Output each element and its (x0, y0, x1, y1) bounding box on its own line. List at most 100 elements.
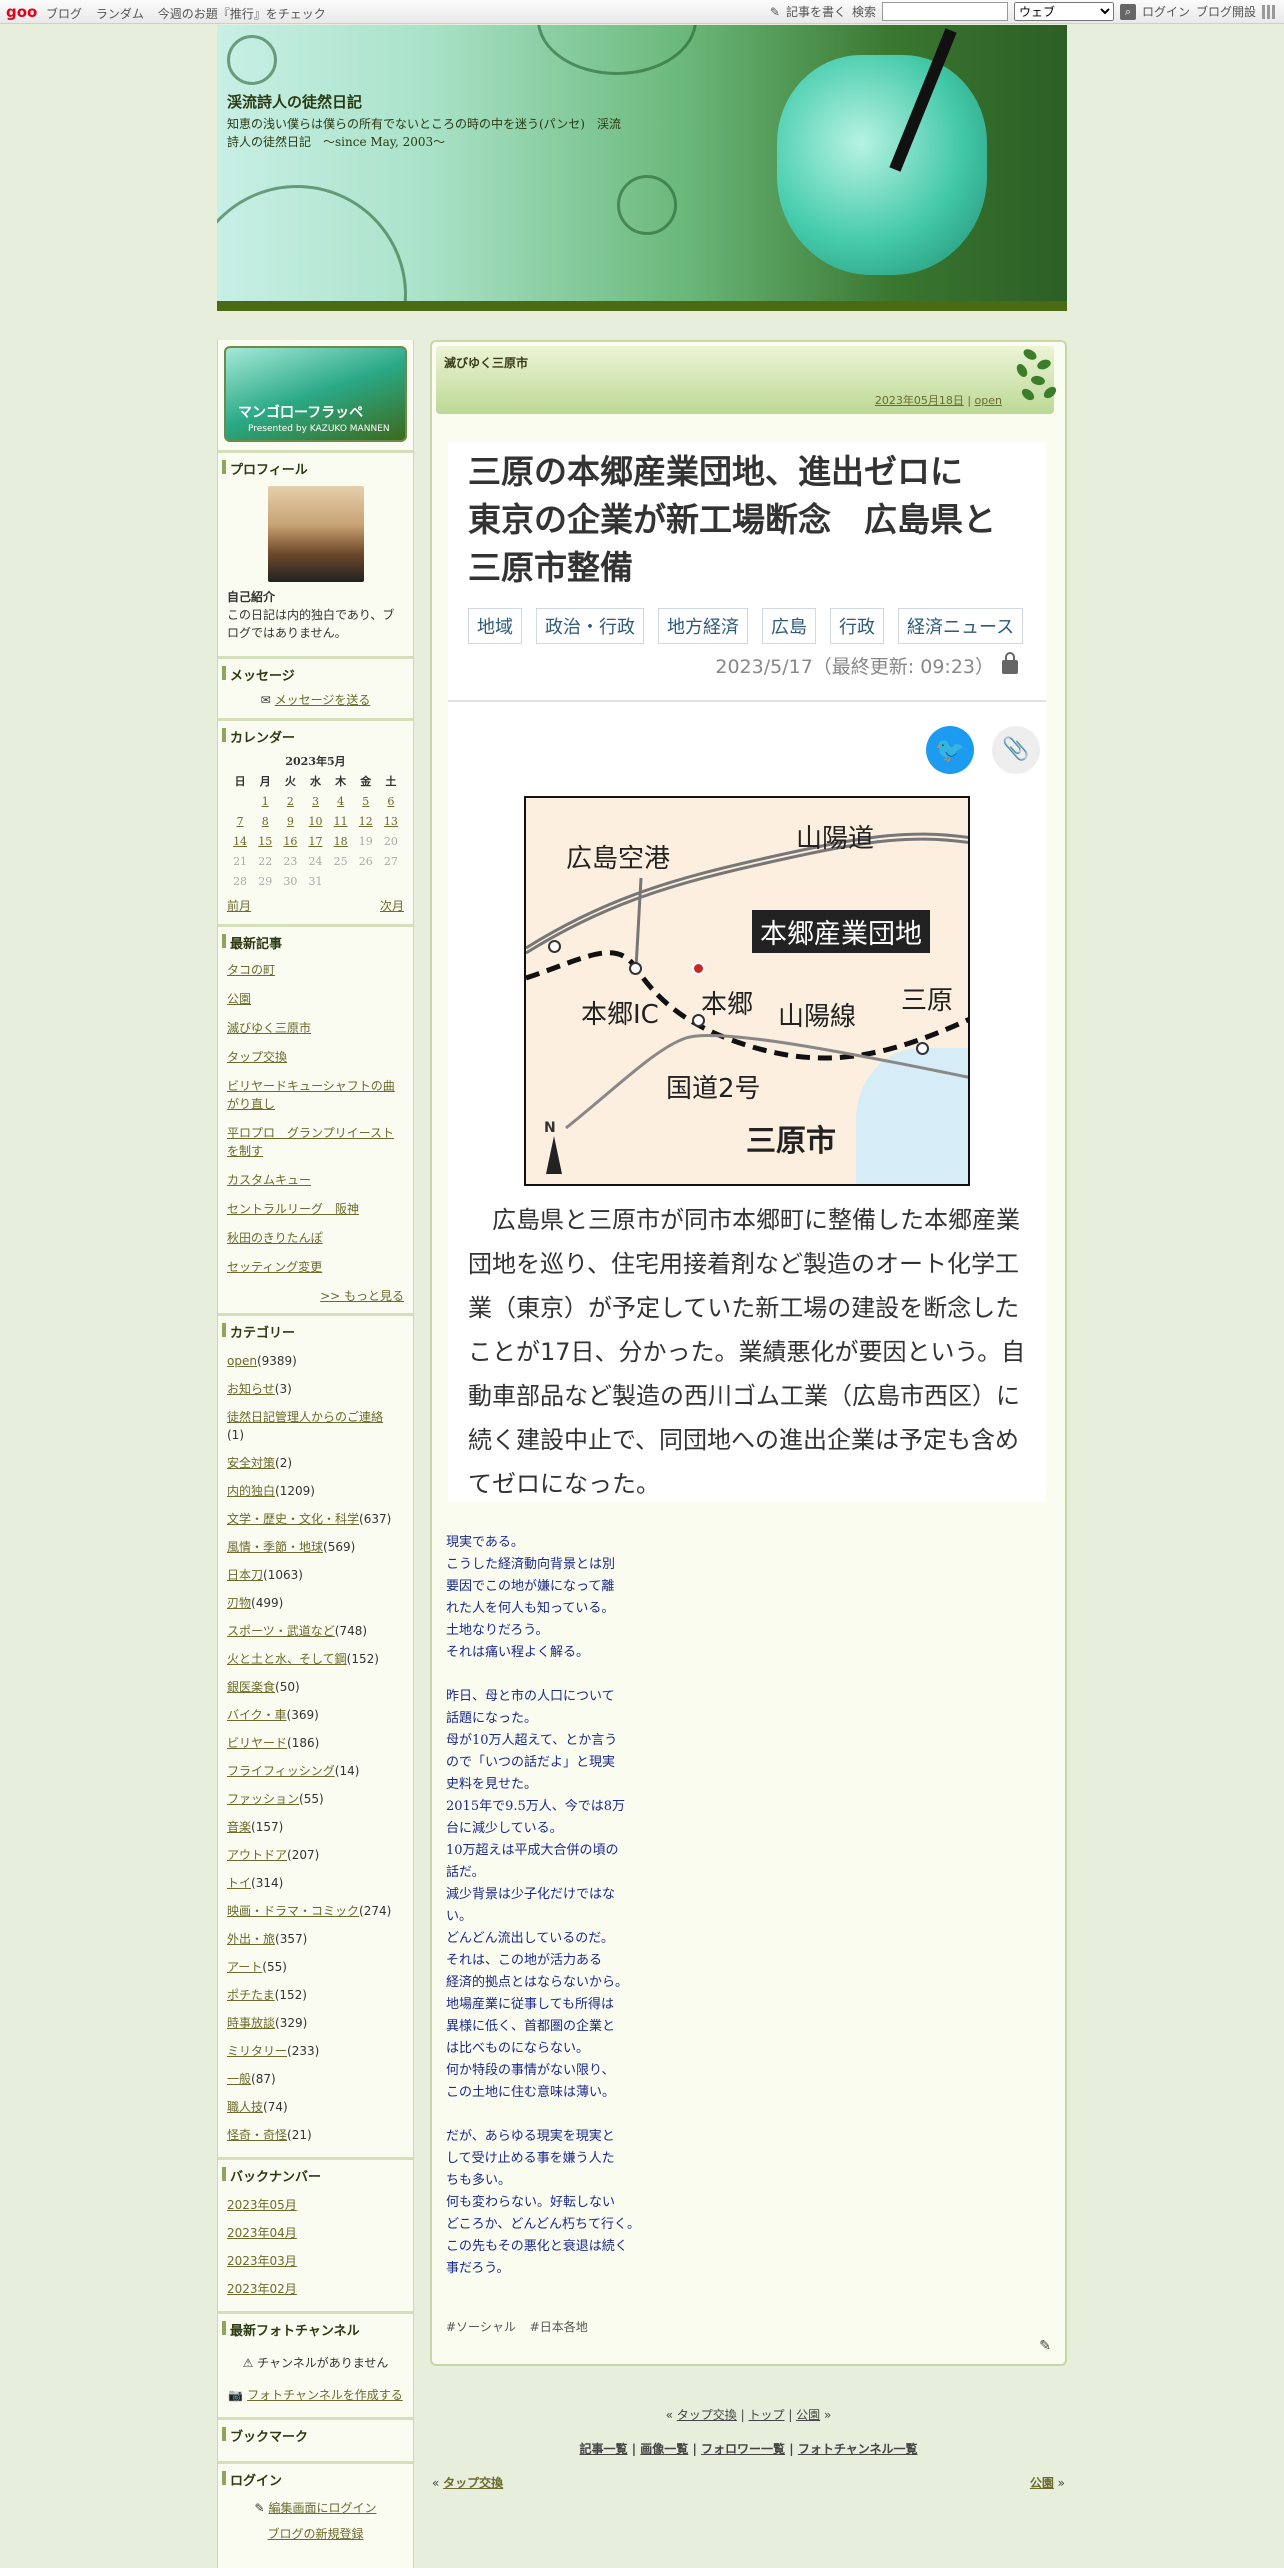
main-content: 滅びゆく三原市 2023年05月18日 | open 三原の本郷産業団地、進出ゼ… (430, 340, 1067, 2490)
edit-login-link[interactable]: 編集画面にログイン (268, 2501, 376, 2515)
entry-date-link[interactable]: 2023年05月18日 (875, 394, 964, 407)
login-link[interactable]: ログイン (1142, 3, 1190, 20)
open-blog-link[interactable]: ブログ開設 (1196, 3, 1256, 20)
article-list-link[interactable]: 記事一覧 (580, 2442, 628, 2456)
next-entry-link-small[interactable]: 公園 (796, 2408, 820, 2422)
backnumber-section: 2023年05月 2023年04月 2023年03月 2023年02月 (218, 2189, 413, 2311)
calendar-section: 2023年5月 日 月 火 水 木 金 土 1 2 3 4 5 6 7 8 9 … (218, 750, 413, 924)
backnumber-item[interactable]: 2023年04月 (227, 2226, 297, 2240)
calendar-month: 2023年5月 (285, 755, 346, 768)
recent-item[interactable]: タコの町 (227, 963, 275, 977)
topbar-nav-blog[interactable]: ブログ (46, 7, 82, 21)
category-item: 文学・歴史・文化・科学(637) (227, 1512, 392, 1526)
twitter-share-icon[interactable]: 🐦 (926, 726, 974, 774)
category-section: open(9389) お知らせ(3) 徒然日記管理人からのご連絡 (1) 安全対策… (218, 1345, 413, 2157)
backnumber-item[interactable]: 2023年02月 (227, 2282, 297, 2296)
entry-memo: 現実である。 こうした経済動向背景とは別 要因でこの地が嫌になって離 れた人を何… (446, 1532, 666, 2280)
category-item: 安全対策(2) (227, 1456, 293, 1470)
topbar-nav-random[interactable]: ランダム (96, 7, 144, 21)
article-tag[interactable]: 地域 (468, 608, 522, 644)
recent-item[interactable]: 秋田のきりたんぽ (227, 1231, 323, 1245)
article-tag[interactable]: 政治・行政 (536, 608, 644, 644)
next-entry: 公園 » (1029, 2476, 1065, 2490)
recent-item[interactable]: 平ロプロ グランプリイーストを制す (227, 1126, 394, 1158)
edit-pencil-icon[interactable]: ✎ (1039, 2338, 1051, 2354)
pencil-icon: ✎ (254, 2501, 265, 2515)
blog-title[interactable]: 渓流詩人の徒然日記 (227, 91, 362, 112)
memo-line (446, 2104, 666, 2126)
memo-line: して受け止める事を嫌う人た (446, 2151, 615, 2166)
calendar-day: 6 (387, 795, 395, 808)
category-item: 火と土と水、そして鋼(152) (227, 1652, 379, 1666)
category-item: 内的独白(1209) (227, 1484, 315, 1498)
article-map-image: 広島空港 山陽道 本郷産業団地 本郷IC 本郷 山陽線 三原 国道2号 三原市 … (524, 796, 970, 1186)
recent-item[interactable]: タップ交換 (227, 1050, 287, 1064)
follower-list-link[interactable]: フォロワー一覧 (701, 2442, 785, 2456)
calendar-next-link[interactable]: 次月 (380, 896, 404, 916)
message-heading: メッセージ (218, 656, 413, 688)
apps-grid-icon[interactable] (1262, 4, 1276, 19)
calendar-day: 5 (362, 795, 370, 808)
lock-icon (1002, 652, 1018, 674)
article-tag[interactable]: 地方経済 (658, 608, 748, 644)
calendar-prev-link[interactable]: 前月 (227, 896, 251, 916)
category-item: アウトドア(207) (227, 1848, 320, 1862)
calendar-day: 15 (258, 835, 273, 848)
recent-item[interactable]: カスタムキュー (227, 1173, 311, 1187)
create-photo-channel-link[interactable]: フォトチャンネルを作成する (247, 2388, 403, 2402)
image-list-link[interactable]: 画像一覧 (640, 2442, 688, 2456)
map-label: 山陽線 (778, 1002, 857, 1032)
memo-line: 要因でこの地が嫌になって離 (446, 1579, 615, 1594)
new-blog-link[interactable]: ブログの新規登録 (267, 2527, 363, 2541)
goo-logo[interactable]: goo (6, 3, 37, 21)
article-tag[interactable]: 経済ニュース (898, 608, 1024, 644)
memo-line: れた人を何人も知っている。 (446, 1601, 615, 1616)
recent-item[interactable]: セントラルリーグ 阪神 (227, 1202, 359, 1216)
calendar-day: 1 (261, 795, 269, 808)
next-entry-link[interactable]: 公園 (1030, 2476, 1054, 2490)
divider (448, 700, 1046, 702)
hashtag[interactable]: #ソーシャル (446, 2320, 516, 2334)
map-label: 本郷IC (581, 1000, 659, 1030)
paperclip-icon[interactable]: 📎 (992, 726, 1040, 774)
category-item: 外出・旅(357) (227, 1932, 308, 1946)
search-input[interactable] (881, 2, 1008, 21)
entry-category-link[interactable]: open (975, 394, 1002, 407)
calendar-day: 31 (308, 875, 323, 888)
calendar-day: 11 (333, 815, 348, 828)
article-tag[interactable]: 広島 (762, 608, 816, 644)
category-item: 風情・季節・地球(569) (227, 1540, 356, 1554)
category-item: 刃物(499) (227, 1596, 284, 1610)
recent-item[interactable]: 滅びゆく三原市 (227, 1021, 311, 1035)
search-icon[interactable]: ⌕ (1119, 3, 1136, 20)
map-marker (692, 962, 705, 975)
backnumber-item[interactable]: 2023年05月 (227, 2198, 297, 2212)
send-message-link[interactable]: メッセージを送る (275, 693, 371, 707)
sidebar-banner[interactable]: マンゴ口ーフラッペ Presented by KAZUKO MANNEN (224, 346, 407, 442)
write-article-link[interactable]: 記事を書く (786, 3, 846, 20)
topbar-nav-odai[interactable]: 今週のお題『推行』をチェック (158, 7, 326, 21)
article-tag[interactable]: 行政 (830, 608, 884, 644)
blog-header: 渓流詩人の徒然日記 知恵の浅い僕らは僕らの所有でないところの時の中を迷う(パンセ… (217, 25, 1067, 311)
recent-item[interactable]: セッティング変更 (227, 1260, 322, 1274)
recent-more-link[interactable]: >> もっと見る (320, 1289, 404, 1303)
top-link[interactable]: トップ (748, 2408, 784, 2422)
envelope-icon: ✉ (260, 693, 271, 707)
calendar-week: 28 29 30 31 (228, 872, 404, 892)
recent-item[interactable]: ビリヤードキューシャフトの曲がり直し (227, 1079, 395, 1111)
prev-entry-link-small[interactable]: タップ交換 (677, 2408, 737, 2422)
weekday: 水 (309, 775, 321, 788)
photo-channel-list-link[interactable]: フォトチャンネル一覧 (798, 2442, 918, 2456)
search-scope-select[interactable]: ウェブ (1013, 2, 1114, 21)
profile-section: 自己紹介 この日記は内的独白であり、ブログではありません。 (218, 482, 413, 650)
avatar[interactable] (267, 486, 364, 582)
recent-item[interactable]: 公園 (227, 992, 251, 1006)
prev-entry-link[interactable]: タップ交換 (443, 2476, 503, 2490)
memo-line: 減少背景は少子化だけではな (446, 1887, 616, 1902)
map-north-label: N (544, 1120, 556, 1136)
memo-line: 2015年で9.5万人、今では8万 (446, 1799, 626, 1814)
banner-title: マンゴ口ーフラッペ (238, 405, 364, 421)
backnumber-item[interactable]: 2023年03月 (227, 2254, 297, 2268)
hashtag[interactable]: #日本各地 (530, 2320, 588, 2334)
calendar-week: 1 2 3 4 5 6 (228, 792, 404, 812)
